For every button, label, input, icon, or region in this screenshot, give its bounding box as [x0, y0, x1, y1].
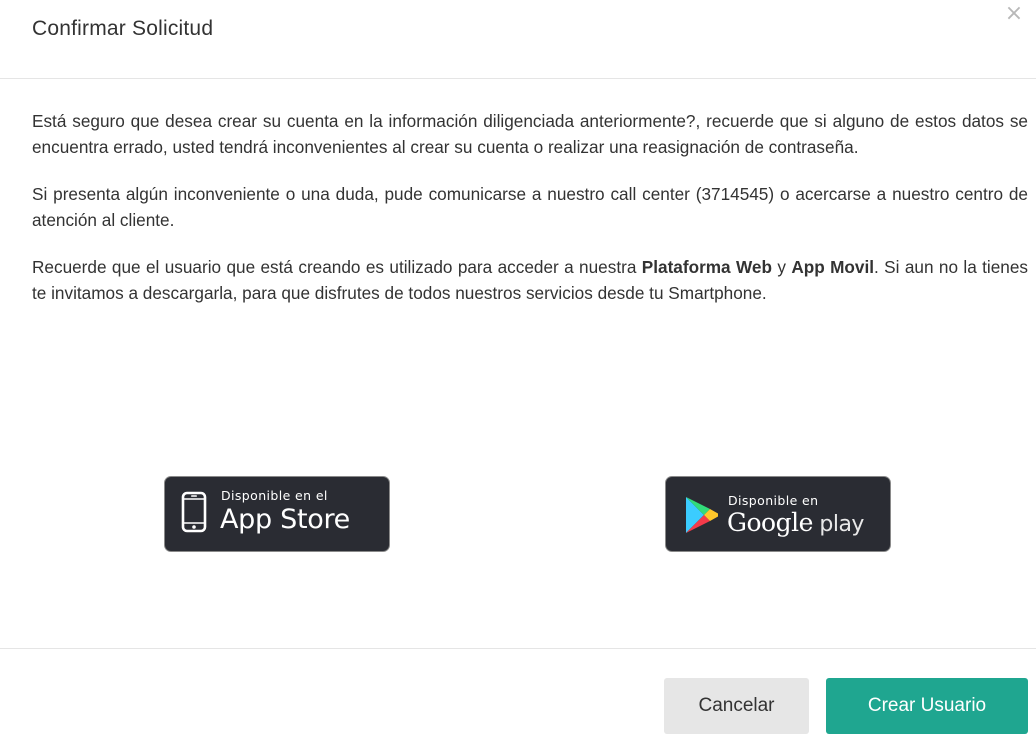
app-store-small-text: Disponible en el — [221, 488, 328, 503]
app-info-text-a: Recuerde que el usuario que está creando… — [32, 257, 642, 277]
body-paragraph-support: Si presenta algún inconveniente o una du… — [32, 184, 1028, 230]
app-movil-label: App Movil — [791, 257, 875, 277]
app-store-badge[interactable]: Disponible en el App Store — [164, 476, 390, 552]
google-play-icon — [684, 495, 720, 540]
dialog-footer: Cancelar Crear Usuario — [0, 648, 1036, 734]
google-play-big-text: Google play — [727, 508, 864, 537]
body-paragraph-confirmation: Está seguro que desea crear su cuenta en… — [32, 111, 1028, 157]
phone-icon — [181, 491, 207, 538]
body-paragraph-app-info: Recuerde que el usuario que está creando… — [32, 254, 1028, 306]
dialog-header: Confirmar Solicitud × — [0, 0, 1036, 79]
google-play-badge[interactable]: Disponible en Google play — [665, 476, 891, 552]
cancel-button[interactable]: Cancelar — [664, 678, 809, 734]
store-badges: Disponible en el App Store Disponible en… — [0, 476, 1036, 554]
play-word: play — [812, 512, 864, 537]
create-user-button[interactable]: Crear Usuario — [826, 678, 1028, 734]
app-store-big-text: App Store — [220, 504, 350, 535]
confirm-dialog: Confirmar Solicitud × Está seguro que de… — [0, 0, 1036, 734]
dialog-title: Confirmar Solicitud — [32, 17, 214, 40]
app-info-text-b: y — [771, 257, 792, 277]
plataforma-web-label: Plataforma Web — [641, 257, 772, 277]
google-play-small-text: Disponible en — [728, 493, 819, 508]
google-word: Google — [727, 508, 813, 537]
close-button[interactable]: × — [1002, 2, 1026, 26]
dialog-body: Está seguro que desea crear su cuenta en… — [32, 108, 1028, 327]
